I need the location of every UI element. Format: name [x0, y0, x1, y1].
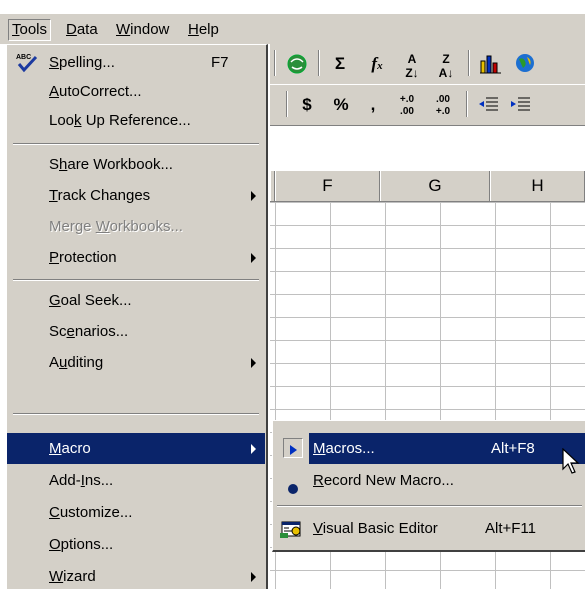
menu-item-merge-workbooks: Merge Workbooks...	[49, 218, 183, 235]
menu-item-spelling[interactable]: ABC Spelling... F7	[7, 47, 265, 78]
formatting-toolbar: $ % , +.0.00 .00 +.0	[270, 84, 585, 125]
menu-item-options[interactable]: Options...	[7, 529, 265, 560]
spelling-check-icon: ABC	[15, 51, 39, 73]
autosum-icon[interactable]: Σ	[326, 50, 354, 78]
column-header-f[interactable]: F	[275, 171, 380, 201]
menu-help[interactable]: Help	[188, 20, 219, 40]
shortcut-label: F7	[211, 54, 229, 71]
menu-item-protection[interactable]: Protection	[7, 242, 265, 273]
submenu-item-visual-basic-editor[interactable]: Visual Basic Editor Alt+F11	[273, 513, 585, 544]
submenu-arrow-icon	[251, 191, 256, 201]
decrease-decimal-icon[interactable]: .00 +.0	[426, 91, 460, 122]
menu-item-track-changes[interactable]: Track Changes	[7, 180, 265, 211]
tools-menu: ABC Spelling... F7 AutoCorrect... Look U…	[6, 44, 268, 589]
menu-item-scenarios[interactable]: Scenarios...	[7, 316, 265, 347]
menu-separator	[13, 413, 259, 415]
shortcut-label: Alt+F8	[491, 440, 535, 457]
toolbar-separator	[318, 50, 320, 76]
menu-item-share-workbook[interactable]: Share Workbook...	[7, 149, 265, 180]
menu-separator	[277, 505, 582, 507]
submenu-item-record-new-macro[interactable]: Record New Macro...	[273, 465, 585, 496]
toolbar-separator	[468, 50, 470, 76]
menu-item-add-ins[interactable]: Add-Ins...	[7, 465, 265, 496]
vb-editor-icon	[279, 518, 303, 551]
sort-ascending-icon[interactable]: A Z↓	[398, 50, 426, 80]
toolbar-separator	[286, 91, 288, 117]
menu-item-look-up-reference[interactable]: Look Up Reference...	[7, 105, 265, 136]
percent-style-icon[interactable]: %	[326, 91, 356, 119]
increase-decimal-icon[interactable]: +.0.00	[390, 91, 424, 122]
menu-separator	[13, 279, 259, 281]
submenu-arrow-icon	[251, 572, 256, 582]
web-globe-icon[interactable]	[282, 50, 312, 78]
formula-bar[interactable]	[270, 125, 585, 172]
menu-window[interactable]: Window	[116, 20, 169, 40]
menu-item-macro[interactable]: Macro	[7, 433, 265, 464]
submenu-item-macros[interactable]: Macros... Alt+F8	[273, 433, 585, 464]
menu-separator	[13, 143, 259, 145]
submenu-arrow-icon	[251, 253, 256, 263]
menu-item-autocorrect[interactable]: AutoCorrect...	[7, 76, 265, 107]
column-headers: F G H	[270, 171, 585, 202]
chart-wizard-icon[interactable]	[476, 50, 506, 78]
toolbar-separator	[274, 50, 276, 76]
menu-item-auditing[interactable]: Auditing	[7, 347, 265, 378]
column-header-g[interactable]: G	[380, 171, 490, 201]
currency-style-icon[interactable]: $	[292, 91, 322, 119]
record-dot-icon	[287, 475, 299, 506]
play-macro-icon	[283, 438, 303, 458]
standard-toolbar: Σ fx A Z↓ Z A↓	[270, 44, 585, 84]
column-header-h[interactable]: H	[490, 171, 585, 201]
map-globe-icon[interactable]	[510, 50, 540, 78]
submenu-arrow-icon	[251, 444, 256, 454]
menu-tools[interactable]: Tools	[8, 19, 52, 41]
shortcut-label: Alt+F11	[485, 520, 536, 537]
menu-data[interactable]: Data	[66, 20, 98, 40]
submenu-arrow-icon	[251, 358, 256, 368]
mouse-pointer-icon	[562, 447, 580, 480]
decrease-indent-icon[interactable]	[474, 91, 502, 119]
toolbar-separator	[466, 91, 468, 117]
comma-style-icon[interactable]: ,	[360, 91, 386, 119]
menu-item-wizard[interactable]: Wizard	[7, 561, 265, 592]
function-fx-icon[interactable]: fx	[362, 50, 392, 78]
macro-submenu: Macros... Alt+F8 Record New Macro... Vis…	[272, 420, 585, 552]
svg-text:ABC: ABC	[16, 54, 31, 61]
increase-indent-icon[interactable]	[506, 91, 534, 119]
menu-item-goal-seek[interactable]: Goal Seek...	[7, 285, 265, 316]
menu-bar: Tools Data Window Help	[0, 14, 585, 44]
sort-descending-icon[interactable]: Z A↓	[432, 50, 460, 80]
menu-item-customize[interactable]: Customize...	[7, 497, 265, 528]
